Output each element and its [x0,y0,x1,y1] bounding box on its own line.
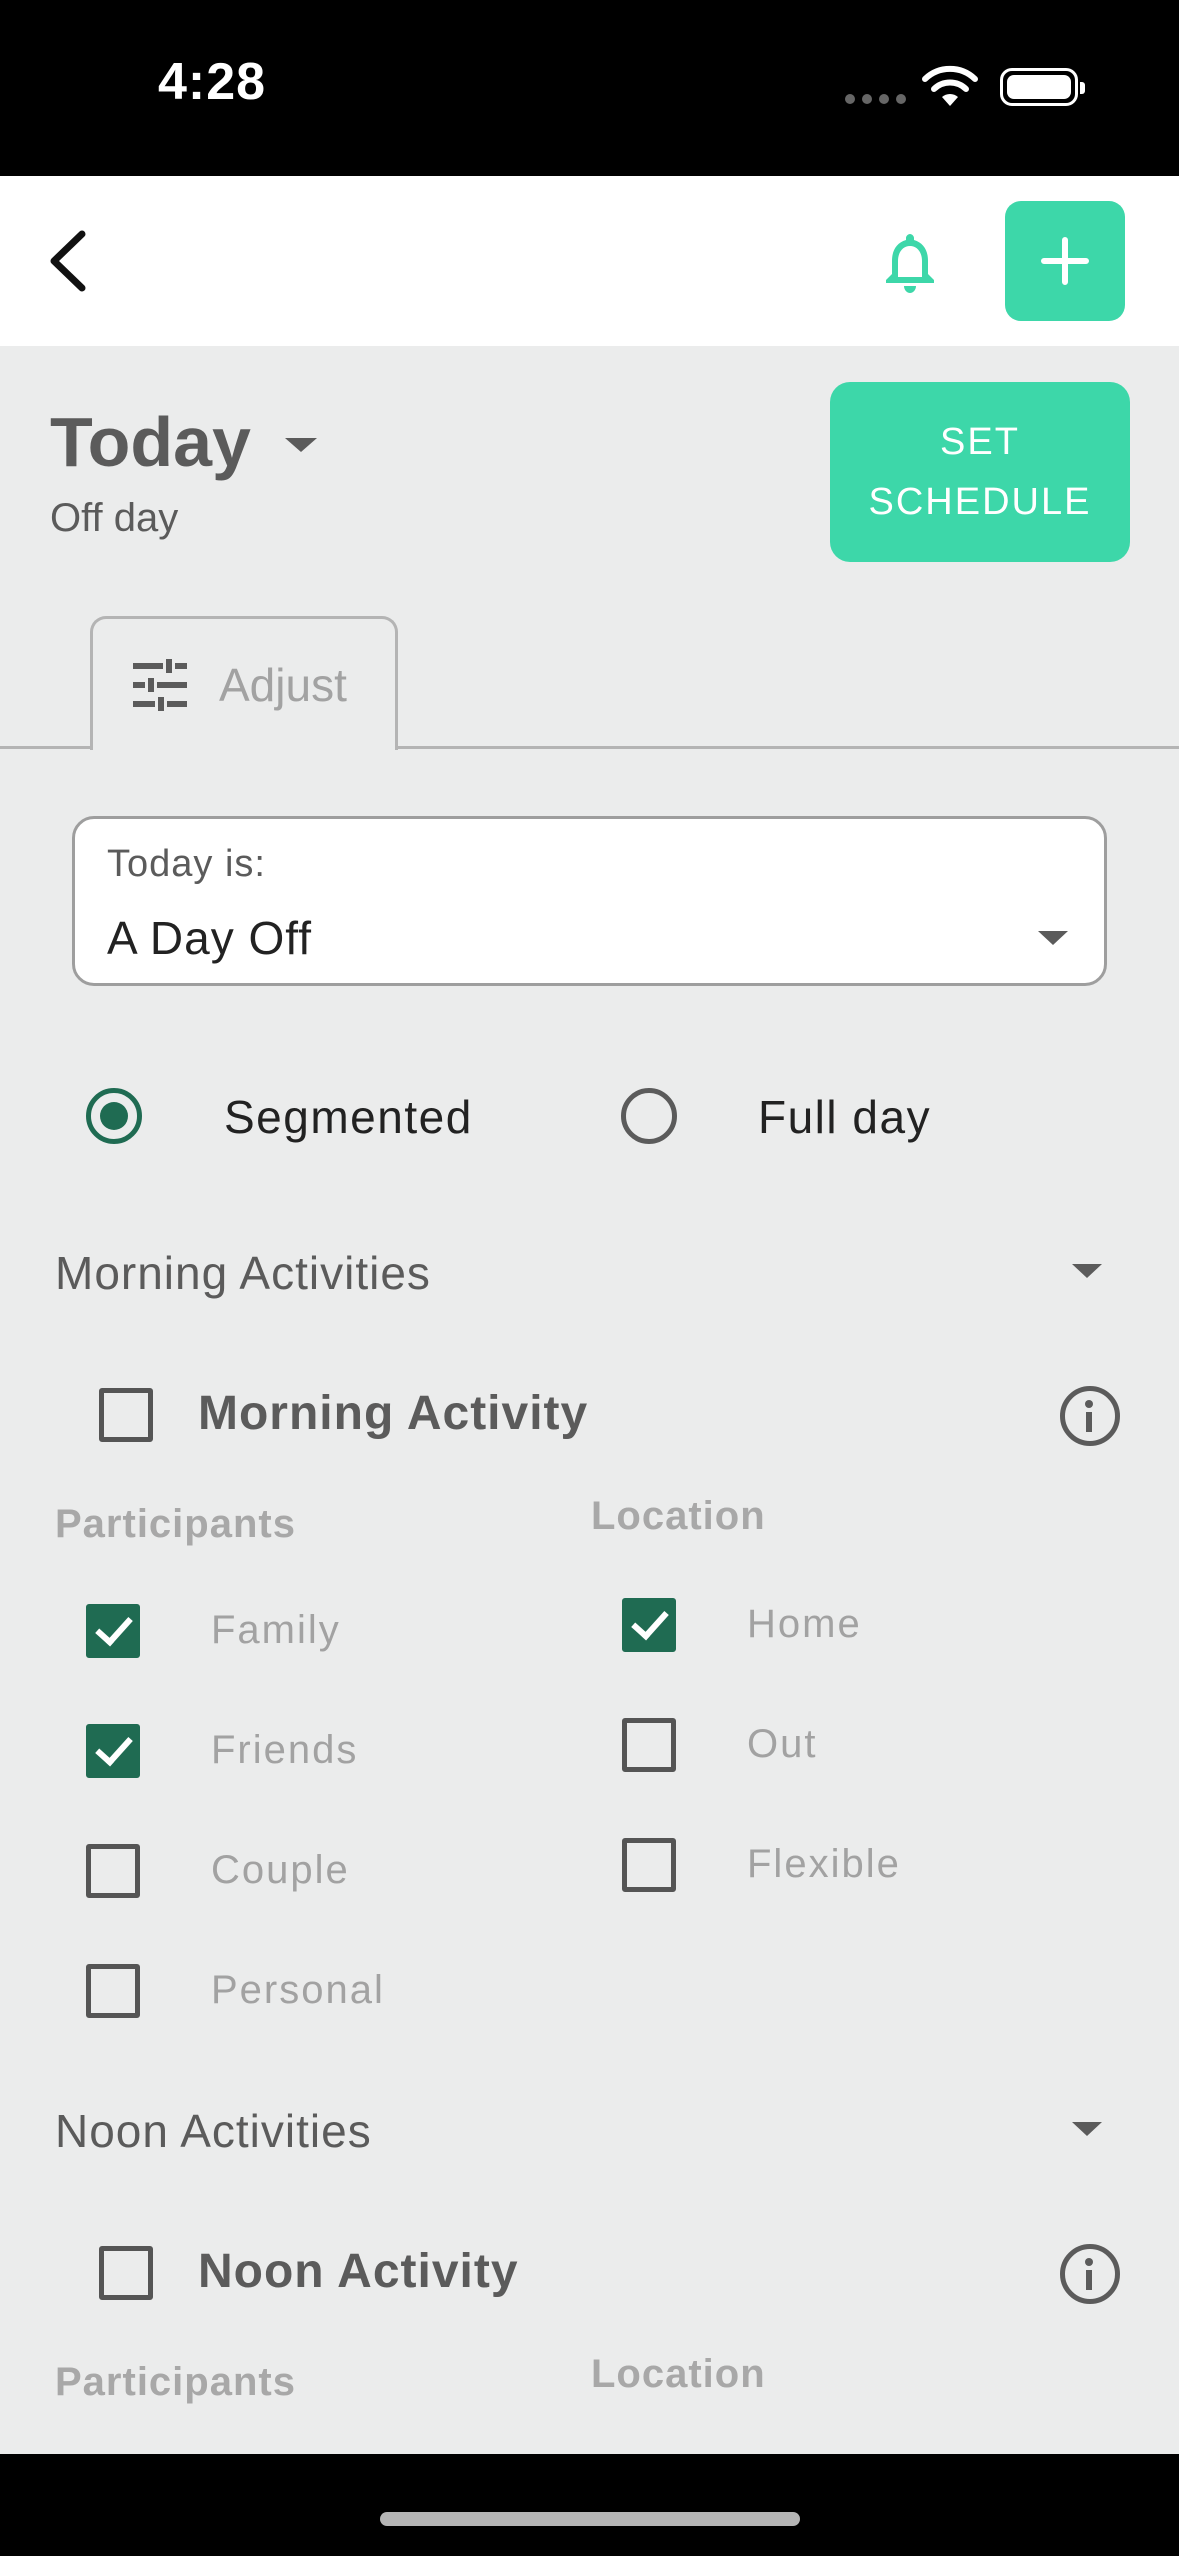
main-content: Today Off day SET SCHEDULE Adjust Today … [0,346,1179,2454]
option-family-label: Family [211,1608,341,1652]
radio-segmented-label: Segmented [224,1091,473,1143]
morning-activity-checkbox[interactable] [99,1388,153,1442]
checkbox-family[interactable] [86,1604,140,1658]
radio-full-day-label: Full day [758,1091,932,1143]
morning-activity-label: Morning Activity [198,1387,589,1440]
set-schedule-button[interactable]: SET SCHEDULE [830,382,1130,562]
day-type-select[interactable]: Today is: A Day Off [72,816,1107,986]
chevron-left-icon [50,230,86,292]
checkbox-friends[interactable] [86,1724,140,1778]
page-title: Today [50,403,251,481]
noon-activity-label: Noon Activity [198,2245,519,2298]
checkbox-flexible[interactable] [622,1838,676,1892]
option-flexible-label: Flexible [747,1842,901,1886]
page-subtitle: Off day [50,496,179,540]
option-couple-label: Couple [211,1848,350,1892]
bell-icon [886,234,934,293]
info-icon[interactable] [1060,2244,1120,2304]
home-indicator-area [0,2454,1179,2556]
status-bar: 4:28 [0,0,1179,176]
noon-activity-checkbox[interactable] [99,2246,153,2300]
home-indicator[interactable] [380,2512,800,2526]
morning-location-label: Location [591,1494,766,1538]
radio-full-day[interactable] [621,1088,677,1144]
status-time: 4:28 [158,53,267,111]
wifi-icon [922,65,978,106]
back-button[interactable] [40,226,100,296]
section-title-morning: Morning Activities [55,1247,431,1299]
info-icon[interactable] [1060,1386,1120,1446]
app-header [0,176,1179,346]
option-friends-label: Friends [211,1728,359,1772]
noon-participants-label: Participants [55,2360,296,2404]
date-selector[interactable]: Today [50,402,317,482]
radio-segmented[interactable] [86,1088,142,1144]
checkbox-out[interactable] [622,1718,676,1772]
day-type-value: A Day Off [107,912,313,964]
battery-icon [1000,68,1085,106]
section-morning-caret-icon[interactable] [1072,1264,1102,1278]
section-noon-caret-icon[interactable] [1072,2122,1102,2136]
checkbox-home[interactable] [622,1598,676,1652]
tab-adjust[interactable]: Adjust [90,616,398,750]
checkbox-couple[interactable] [86,1844,140,1898]
plus-icon [1041,237,1089,285]
option-personal-label: Personal [211,1968,385,2012]
noon-location-label: Location [591,2352,766,2396]
tune-icon [133,658,187,711]
morning-participants-label: Participants [55,1502,296,1546]
checkbox-personal[interactable] [86,1964,140,2018]
section-title-noon: Noon Activities [55,2105,372,2157]
notifications-button[interactable] [875,226,945,296]
day-type-label: Today is: [107,843,266,885]
tab-adjust-label: Adjust [219,658,347,711]
caret-down-icon [284,438,317,452]
option-out-label: Out [747,1722,818,1766]
caret-down-icon [1038,931,1068,945]
option-home-label: Home [747,1602,862,1646]
add-button[interactable] [1005,201,1125,321]
cellular-signal-icon [845,94,906,104]
